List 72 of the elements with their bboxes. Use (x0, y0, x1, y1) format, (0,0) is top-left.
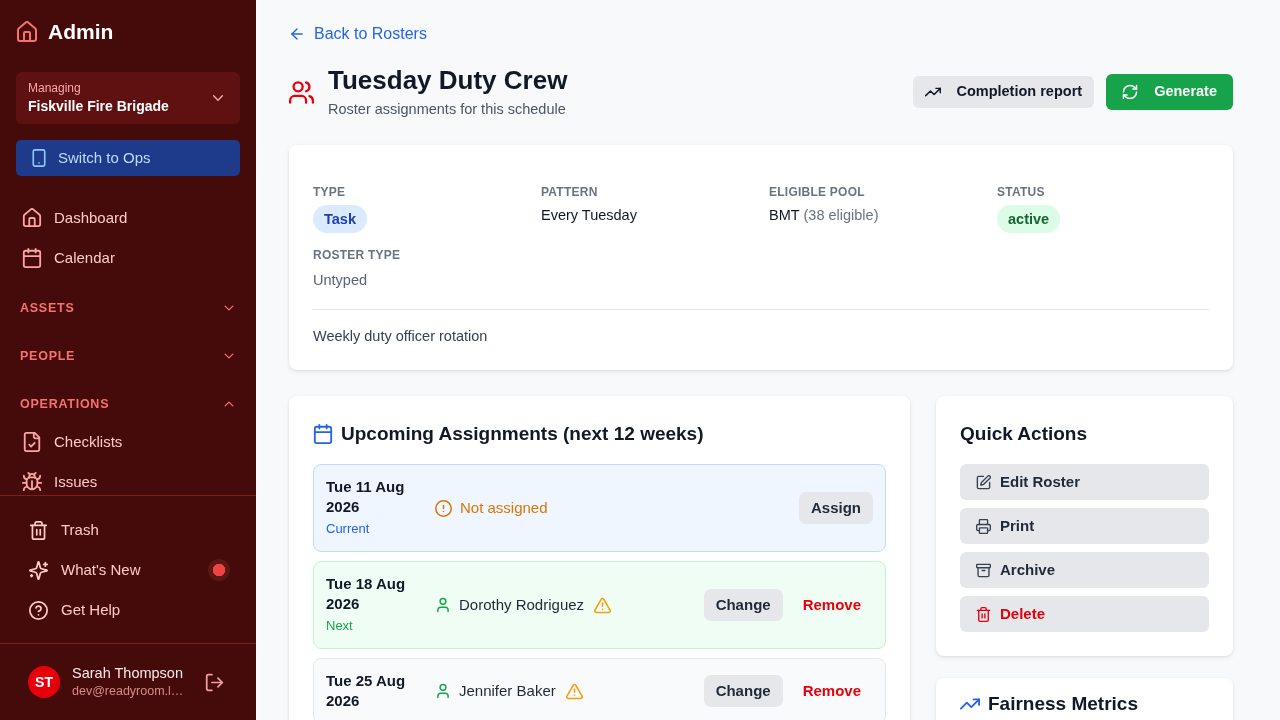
refresh-icon (1122, 84, 1139, 100)
people-icon (289, 80, 314, 105)
help-icon (29, 600, 48, 620)
sidebar-footer-link[interactable]: Trash (16, 510, 240, 550)
calendar-icon (22, 248, 42, 268)
delete-button[interactable]: Delete (960, 596, 1209, 632)
assignee-name: Dorothy Rodriguez (459, 594, 585, 615)
nav-section-header[interactable]: OPERATIONS (12, 386, 244, 422)
brand-title: Admin (48, 19, 114, 46)
assign-button[interactable]: Assign (799, 492, 873, 524)
document-check-icon (22, 432, 42, 452)
page-subtitle: Roster assignments for this schedule (328, 100, 567, 119)
sidebar-footer-link[interactable]: What's New (16, 550, 240, 590)
org-switcher[interactable]: Managing Fiskville Fire Brigade (16, 72, 240, 124)
sidebar-nav-item[interactable]: Dashboard (12, 198, 244, 238)
assignment-date: Tue 11 Aug 2026 (326, 477, 406, 517)
field-label: ELIGIBLE POOL (769, 184, 865, 200)
phone-icon (30, 149, 48, 167)
completion-report-button[interactable]: Completion report (913, 76, 1095, 108)
logout-icon (205, 672, 224, 692)
sidebar-nav-item[interactable]: Issues (12, 462, 244, 495)
remove-button[interactable]: Remove (790, 589, 873, 621)
field-badge: active (997, 205, 1061, 233)
edit-roster-button[interactable]: Edit Roster (960, 464, 1209, 500)
field-label: PATTERN (541, 184, 598, 200)
person-icon (435, 683, 451, 699)
field-label: ROSTER TYPE (313, 247, 401, 263)
user-name: Sarah Thompson (72, 664, 184, 683)
remove-button[interactable]: Remove (790, 675, 873, 707)
field-value: Untyped (313, 271, 367, 290)
field-badge: Task (313, 205, 367, 233)
trash-icon (29, 520, 48, 540)
house-icon (16, 21, 38, 43)
assignee-name: Jennifer Baker (459, 680, 556, 701)
assignment-tag: Next (326, 616, 426, 636)
archive-button[interactable]: Archive (960, 552, 1209, 588)
user-email: dev@readyroom.l… (72, 683, 184, 700)
card-title: Upcoming Assignments (next 12 weeks) (341, 422, 704, 446)
nav-section-header[interactable]: ASSETS (12, 290, 244, 326)
sidebar-nav-item[interactable]: Checklists (12, 422, 244, 462)
card-title: Fairness Metrics (988, 693, 1138, 715)
print-button[interactable]: Print (960, 508, 1209, 544)
unassigned-label: Not assigned (460, 497, 548, 518)
assignment-date: Tue 25 Aug 2026 (326, 671, 407, 711)
nav-section-header[interactable]: PEOPLE (12, 338, 244, 374)
field-label: STATUS (997, 184, 1045, 200)
page-title: Tuesday Duty Crew (328, 64, 568, 96)
person-icon (435, 597, 451, 613)
change-button[interactable]: Change (703, 589, 783, 621)
user-avatar: ST (28, 666, 60, 698)
card-title: Quick Actions (960, 422, 1089, 446)
archive-box-icon (976, 562, 991, 578)
alert-circle-icon (435, 499, 452, 517)
sidebar-footer-link[interactable]: Get Help (16, 590, 240, 630)
bug-icon (22, 472, 42, 492)
trash-icon (976, 606, 991, 622)
field-note: (38 eligible) (803, 207, 879, 223)
field-value: BMT (769, 207, 800, 223)
back-link[interactable]: Back to Rosters (289, 23, 427, 45)
printer-icon (976, 518, 991, 534)
house-icon (22, 208, 42, 228)
edit-icon (976, 474, 991, 490)
sidebar-nav-item[interactable]: Calendar (12, 238, 244, 278)
assignment-date: Tue 18 Aug 2026 (326, 574, 407, 614)
sparkle-icon (29, 560, 48, 580)
roster-description: Weekly duty officer rotation (313, 327, 489, 346)
switch-mode-button[interactable]: Switch to Ops (16, 140, 240, 176)
assignment-tag: Current (326, 519, 426, 539)
field-label: TYPE (313, 184, 346, 200)
calendar-icon (313, 424, 333, 444)
change-button[interactable]: Change (703, 675, 783, 707)
field-value: Every Tuesday (541, 207, 637, 223)
